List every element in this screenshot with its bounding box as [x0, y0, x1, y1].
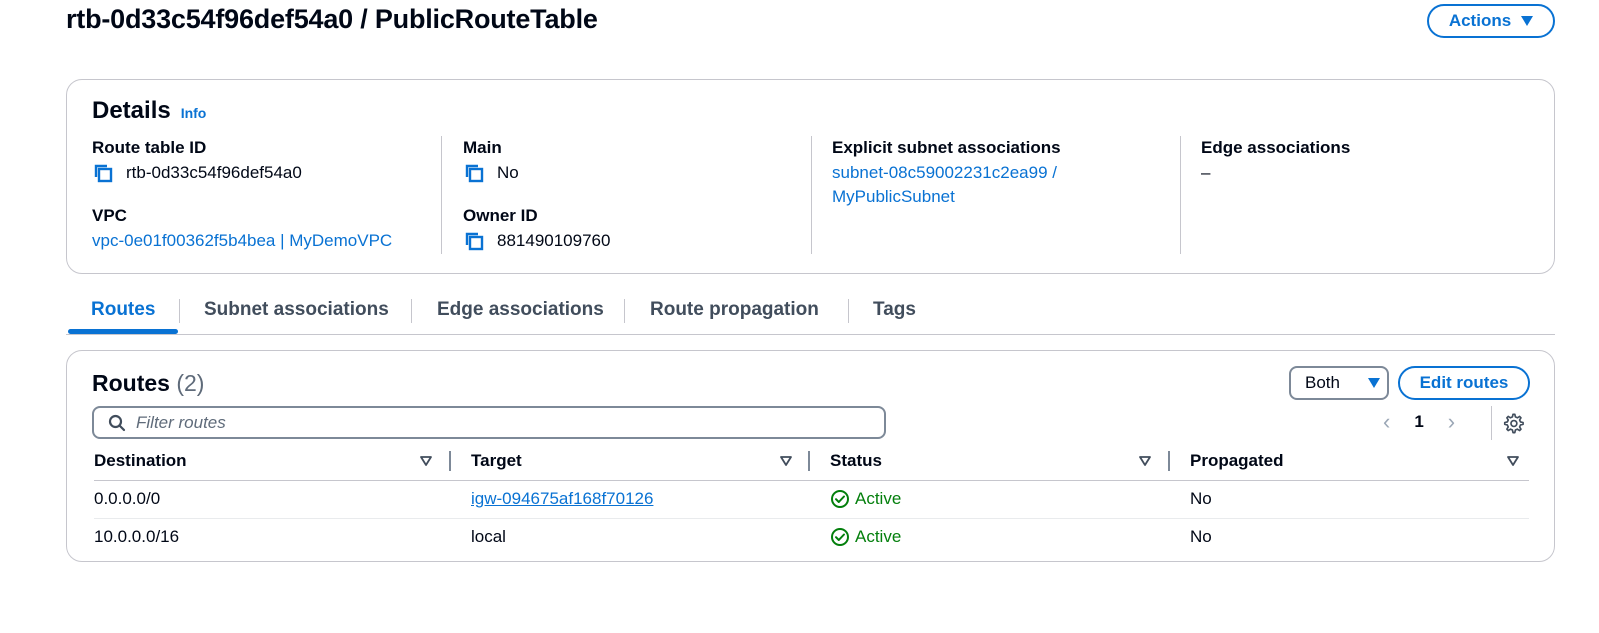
main-value: No: [497, 163, 519, 182]
tab-bar: Routes Subnet associations Edge associat…: [66, 292, 1555, 335]
tab-route-propagation[interactable]: Route propagation: [650, 299, 819, 321]
owner-id-label: Owner ID: [463, 206, 538, 225]
sort-icon[interactable]: [1507, 455, 1519, 467]
tab-separator: [411, 299, 412, 323]
table-row: 0.0.0.0/0 igw-094675af168f70126 Active N…: [94, 481, 1529, 519]
route-filter-value: Both: [1305, 373, 1340, 392]
pager-divider: [1491, 406, 1492, 440]
vpc-link[interactable]: vpc-0e01f00362f5b4bea | MyDemoVPC: [92, 229, 392, 253]
routes-count: (2): [176, 370, 205, 396]
explicit-subnet-label: Explicit subnet associations: [832, 138, 1061, 157]
caret-down-icon: [1521, 16, 1534, 26]
gear-icon[interactable]: [1502, 412, 1524, 434]
copy-icon[interactable]: [463, 162, 485, 184]
details-column-3: Explicit subnet associations subnet-08c5…: [832, 137, 1061, 209]
tab-tags[interactable]: Tags: [873, 299, 916, 321]
target-link[interactable]: igw-094675af168f70126: [471, 489, 653, 509]
edit-routes-button[interactable]: Edit routes: [1398, 366, 1530, 400]
current-page[interactable]: 1: [1414, 412, 1423, 432]
copy-icon[interactable]: [463, 230, 485, 252]
status-badge: Active: [830, 527, 901, 547]
sort-icon[interactable]: [420, 455, 432, 467]
column-header-destination[interactable]: Destination: [94, 451, 187, 471]
subnet-link-name[interactable]: MyPublicSubnet: [832, 185, 1061, 209]
table-header: Destination Target Status Propagated: [94, 449, 1529, 481]
routes-title-text: Routes: [92, 370, 170, 396]
details-column-4: Edge associations –: [1201, 137, 1350, 185]
copy-icon[interactable]: [92, 162, 114, 184]
details-column-2: Main No Owner ID 881490109760: [463, 137, 610, 253]
edge-associations-value: –: [1201, 163, 1211, 182]
column-divider: [1180, 136, 1181, 254]
active-tab-indicator: [68, 329, 178, 334]
column-resizer[interactable]: [449, 451, 451, 471]
caret-down-icon: [1367, 378, 1380, 388]
status-text: Active: [855, 489, 902, 508]
route-table-id-label: Route table ID: [92, 138, 207, 157]
sort-icon[interactable]: [780, 455, 792, 467]
target-cell: local: [471, 527, 506, 546]
subnet-link[interactable]: subnet-08c59002231c2ea99 /: [832, 161, 1061, 185]
info-link[interactable]: Info: [181, 105, 207, 121]
column-resizer[interactable]: [1168, 451, 1170, 471]
tab-routes[interactable]: Routes: [91, 299, 155, 321]
chevron-left-icon[interactable]: ‹: [1383, 409, 1390, 435]
tab-subnet-associations[interactable]: Subnet associations: [204, 299, 389, 321]
status-text: Active: [855, 527, 902, 546]
tab-edge-associations[interactable]: Edge associations: [437, 299, 604, 321]
destination-cell: 0.0.0.0/0: [94, 489, 161, 508]
destination-cell: 10.0.0.0/16: [94, 527, 180, 546]
search-icon: [108, 414, 126, 431]
details-column-1: Route table ID rtb-0d33c54f96def54a0 VPC…: [92, 137, 392, 253]
routes-title: Routes (2): [92, 370, 204, 397]
propagated-cell: No: [1190, 489, 1212, 508]
details-title: Details: [92, 97, 171, 124]
column-header-status[interactable]: Status: [830, 451, 882, 471]
route-table-id-value: rtb-0d33c54f96def54a0: [126, 163, 302, 182]
tab-separator: [848, 299, 849, 323]
details-panel: Details Info Route table ID rtb-0d33c54f…: [66, 79, 1555, 274]
table-row: 10.0.0.0/16 local Active No: [94, 519, 1529, 557]
column-header-target[interactable]: Target: [471, 451, 522, 471]
chevron-right-icon[interactable]: ›: [1448, 409, 1455, 435]
column-divider: [441, 136, 442, 254]
filter-routes-input[interactable]: [136, 412, 836, 433]
routes-panel: Routes (2) Both Edit routes ‹ 1 › Destin…: [66, 350, 1555, 562]
status-success-icon: [831, 528, 849, 546]
actions-label: Actions: [1448, 11, 1512, 30]
status-success-icon: [831, 490, 849, 508]
main-label: Main: [463, 138, 502, 157]
propagated-cell: No: [1190, 527, 1212, 546]
column-resizer[interactable]: [808, 451, 810, 471]
pagination: ‹ 1 ›: [1383, 409, 1455, 435]
owner-id-value: 881490109760: [497, 231, 611, 250]
filter-routes-field[interactable]: [92, 406, 886, 439]
actions-button[interactable]: Actions: [1427, 4, 1555, 38]
tab-separator: [624, 299, 625, 323]
details-header: Details Info: [92, 97, 206, 125]
route-filter-select[interactable]: Both: [1289, 366, 1389, 400]
sort-icon[interactable]: [1139, 455, 1151, 467]
column-header-propagated[interactable]: Propagated: [1190, 451, 1284, 471]
page-title: rtb-0d33c54f96def54a0 / PublicRouteTable: [66, 4, 598, 34]
status-badge: Active: [830, 489, 901, 509]
column-divider: [811, 136, 812, 254]
tab-separator: [179, 299, 180, 323]
edge-associations-label: Edge associations: [1201, 138, 1351, 157]
vpc-label: VPC: [92, 206, 127, 225]
